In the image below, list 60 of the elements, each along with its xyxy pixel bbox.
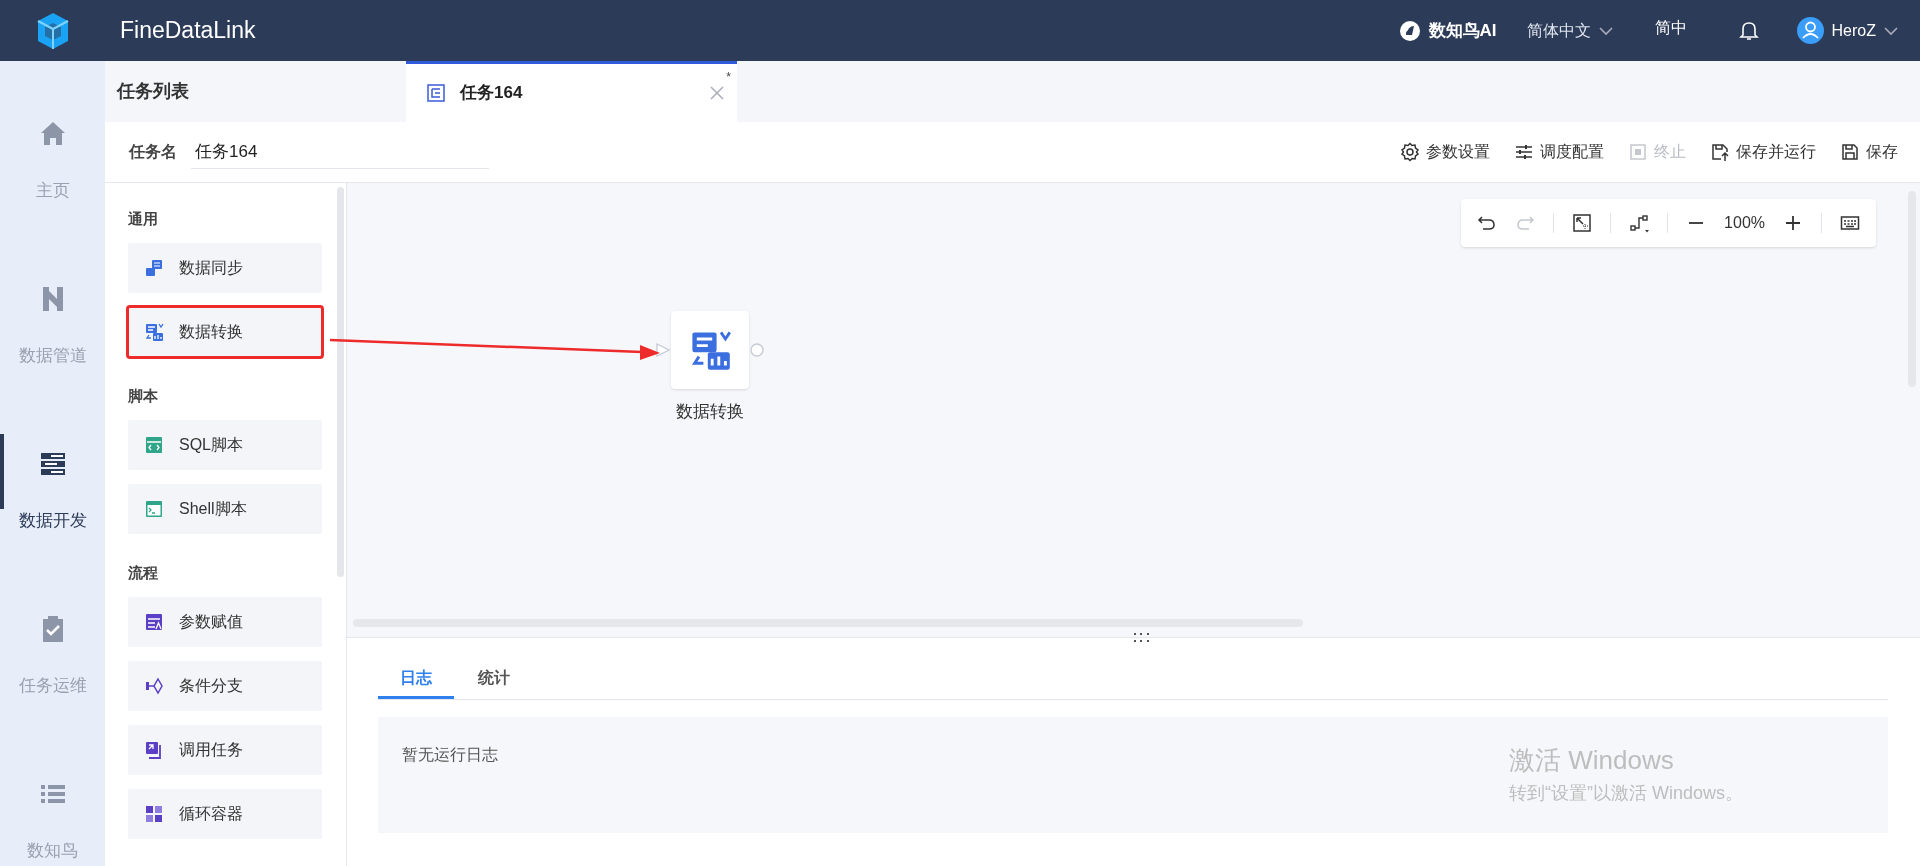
activation-message: 转到“设置”以激活 Windows。 [1509,782,1743,805]
chevron-down-icon [1598,25,1613,36]
node-palette-item[interactable]: 条件分支 [128,661,322,711]
chevron-down-icon [1884,25,1898,36]
task-list-title: 任务列表 [117,80,189,103]
data-transform-icon [144,322,164,342]
keyboard-icon[interactable] [1840,213,1860,233]
empty-log-message: 暂无运行日志 [402,746,498,763]
settings-icon [1400,142,1420,162]
ai-assistant-link[interactable]: 数知鸟AI [1398,17,1497,44]
toolbar-button[interactable]: 保存并运行 [1710,140,1816,164]
zoom-in-icon[interactable] [1783,213,1803,233]
panel-tab[interactable]: 日志 [378,659,454,699]
task-tab[interactable]: 任务164 * [406,61,737,122]
zoom-level: 100% [1724,213,1765,233]
save-icon [1840,142,1860,162]
task-name-label: 任务名 [129,142,177,162]
avatar-icon [1796,17,1824,44]
toolbar-button[interactable]: 参数设置 [1400,140,1490,164]
activation-title: 激活 Windows [1509,744,1675,777]
task-name-field[interactable]: 任务164 [191,135,489,169]
branch-icon [144,676,164,696]
sql-script-icon [144,435,164,455]
database-sync-icon [144,258,164,278]
node-palette-item[interactable]: 参数赋值 [128,597,322,647]
toolbar-button[interactable]: 调度配置 [1514,140,1604,164]
section-heading: 通用 [128,209,159,229]
input-port-icon[interactable] [656,343,670,357]
app-name: FineDataLink [120,16,256,46]
notification-bell-icon[interactable] [1738,19,1759,42]
connector-layout-icon[interactable] [1629,213,1650,233]
modified-mark: * [726,69,731,86]
user-menu[interactable]: HeroZ [1796,17,1898,44]
document-icon [426,83,446,103]
workflow-node[interactable] [671,311,749,389]
panel-tab[interactable]: 统计 [456,659,532,699]
section-heading: 流程 [128,563,159,583]
node-palette-item[interactable]: 调用任务 [128,725,322,775]
sliders-icon [1514,142,1534,162]
call-task-icon [144,740,164,760]
node-palette-item[interactable]: 数据转换 [128,307,322,357]
toolbar-button[interactable]: 保存 [1840,140,1898,164]
language-toggle[interactable]: 简中 [1654,15,1687,40]
node-palette-item[interactable]: 循环容器 [128,789,322,839]
stop-icon [1628,142,1648,162]
language-dropdown[interactable]: 简体中文 [1526,18,1613,43]
terminal-icon [144,499,164,519]
scrollbar[interactable] [337,187,344,577]
undo-icon[interactable] [1477,213,1498,233]
save-run-icon [1710,142,1730,162]
resize-handle-icon[interactable] [1133,632,1151,644]
loop-container-icon [144,804,164,824]
node-label: 数据转换 [676,401,744,423]
node-palette-item[interactable]: 数据同步 [128,243,322,293]
node-palette-item[interactable]: SQL脚本 [128,420,322,470]
node-palette-item[interactable]: Shell脚本 [128,484,322,534]
section-heading: 脚本 [128,386,159,406]
nav-item[interactable]: 数据开发 [0,434,105,599]
fit-view-icon[interactable] [1572,213,1593,233]
parameter-assign-icon [144,612,164,632]
